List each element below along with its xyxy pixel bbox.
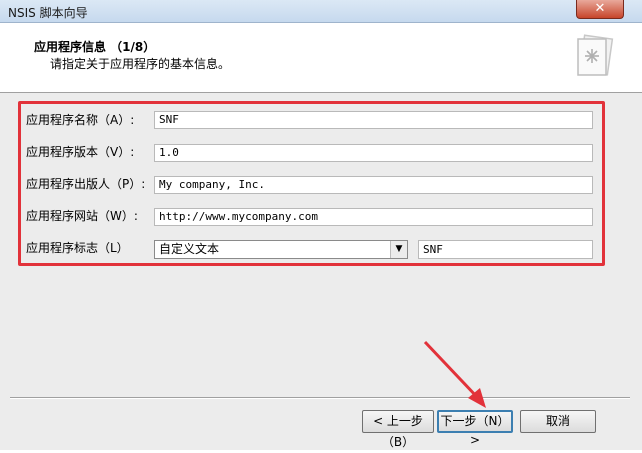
app-version-label: 应用程序版本（V）: <box>26 145 135 159</box>
logo-type-value: 自定义文本 <box>159 242 220 256</box>
logo-text-input[interactable]: SNF <box>418 240 593 259</box>
title-bar[interactable]: NSIS 脚本向导 ✕ <box>0 0 642 23</box>
app-publisher-label: 应用程序出版人（P）: <box>26 177 146 191</box>
page-title: 应用程序信息 （1/8） <box>34 40 156 54</box>
window-title: NSIS 脚本向导 <box>8 6 88 20</box>
next-button[interactable]: 下一步（N） > <box>437 410 513 447</box>
app-logo-label: 应用程序标志（L） <box>26 241 129 255</box>
nsis-wizard-window: NSIS 脚本向导 ✕ 应用程序信息 （1/8） 请指定关于应用程序的基本信息。… <box>0 0 642 450</box>
page-subtitle: 请指定关于应用程序的基本信息。 <box>50 57 231 71</box>
logo-type-select[interactable]: 自定义文本 ▼ <box>154 240 408 259</box>
close-button[interactable]: ✕ <box>576 0 624 19</box>
previous-button[interactable]: < 上一步（B） <box>362 410 434 449</box>
wizard-header: 应用程序信息 （1/8） 请指定关于应用程序的基本信息。 <box>0 23 642 93</box>
app-name-input[interactable]: SNF <box>154 111 593 129</box>
app-website-label: 应用程序网站（W）: <box>26 209 138 223</box>
app-version-input[interactable]: 1.0 <box>154 144 593 162</box>
app-publisher-input[interactable]: My company, Inc. <box>154 176 593 194</box>
cancel-button[interactable]: 取消 <box>520 410 596 433</box>
close-icon: ✕ <box>594 1 606 16</box>
document-wizard-icon <box>577 34 614 76</box>
app-name-label: 应用程序名称（A）: <box>26 113 135 127</box>
dropdown-arrow-icon[interactable]: ▼ <box>390 241 407 258</box>
footer-divider <box>10 397 630 399</box>
app-website-input[interactable]: http://www.mycompany.com <box>154 208 593 226</box>
